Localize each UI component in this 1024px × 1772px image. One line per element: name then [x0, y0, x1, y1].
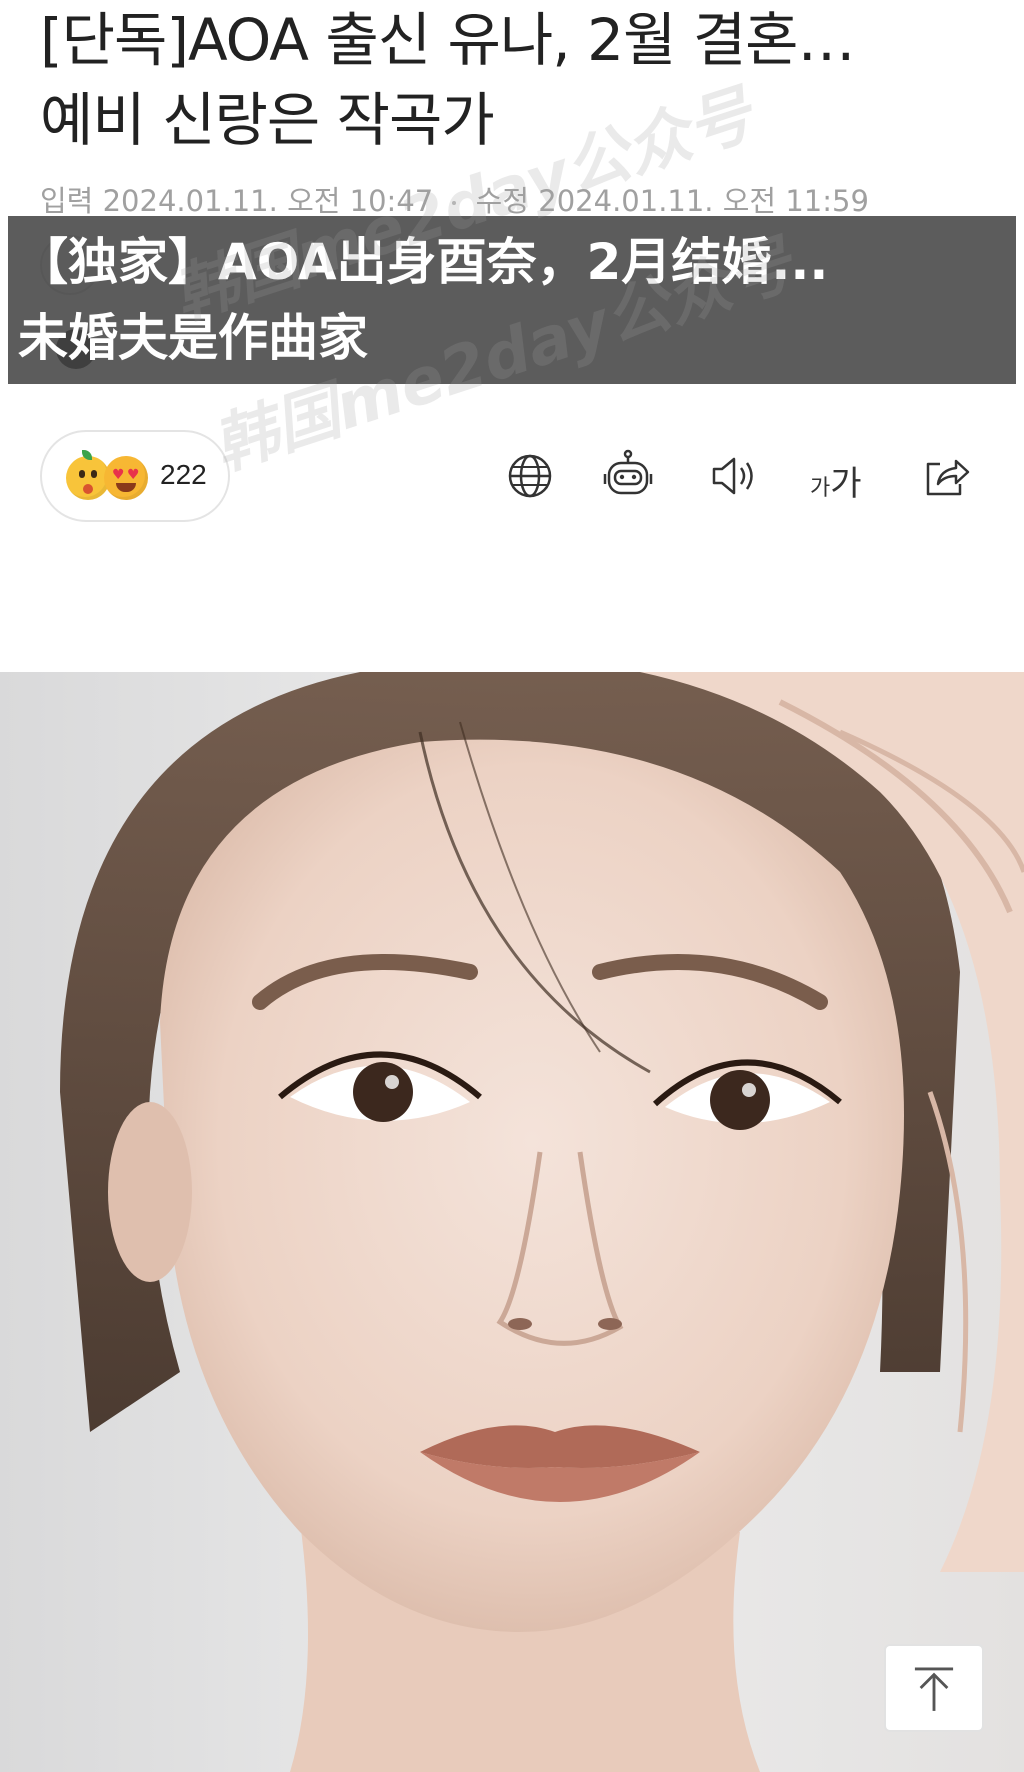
heart-eyes-icon: ♥ ♥ [104, 456, 148, 500]
translation-caption: 【独家】AOA出身酉奈，2月结婚... 未婚夫是作曲家 [8, 216, 1016, 384]
article-toolbar: ♥ ♥ 222 가가 [40, 430, 990, 522]
input-time: 2024.01.11. 오전 10:47 [102, 184, 434, 218]
share-button[interactable] [916, 446, 976, 506]
article-timestamps: 입력 2024.01.11. 오전 10:47 수정 2024.01.11. 오… [40, 178, 869, 220]
font-size-icon: 가가 [810, 464, 862, 504]
ai-summary-button[interactable] [598, 446, 658, 506]
arrow-up-icon [914, 1667, 954, 1711]
input-label: 입력 [40, 184, 94, 218]
modified-label: 수정 [475, 184, 530, 218]
headline-line-2: 예비 신랑은 작곡가 [40, 86, 495, 154]
reaction-count: 222 [160, 459, 207, 490]
globe-icon [508, 454, 552, 498]
speaker-icon [712, 457, 753, 495]
headline-line-1: [단독]AOA 출신 유나, 2월 결혼… [40, 6, 856, 74]
caption-line-2: 未婚夫是作曲家 [18, 309, 368, 367]
reaction-button[interactable]: ♥ ♥ 222 [40, 430, 230, 522]
caption-line-1: 【独家】AOA出身酉奈，2月结婚... [18, 233, 829, 291]
share-icon [926, 459, 970, 496]
robot-icon [603, 449, 653, 495]
translate-button[interactable] [500, 446, 560, 506]
modified-time: 2024.01.11. 오전 11:59 [538, 184, 869, 218]
back-to-top-button[interactable] [884, 1644, 984, 1732]
article-photo[interactable] [0, 672, 1024, 1772]
font-size-button[interactable]: 가가 [810, 446, 880, 506]
article-headline: [단독]AOA 출신 유나, 2월 결혼… 예비 신랑은 작곡가 [40, 0, 980, 160]
portrait-illustration [0, 672, 1024, 1772]
meta-separator [452, 201, 457, 205]
read-aloud-button[interactable] [704, 446, 764, 506]
